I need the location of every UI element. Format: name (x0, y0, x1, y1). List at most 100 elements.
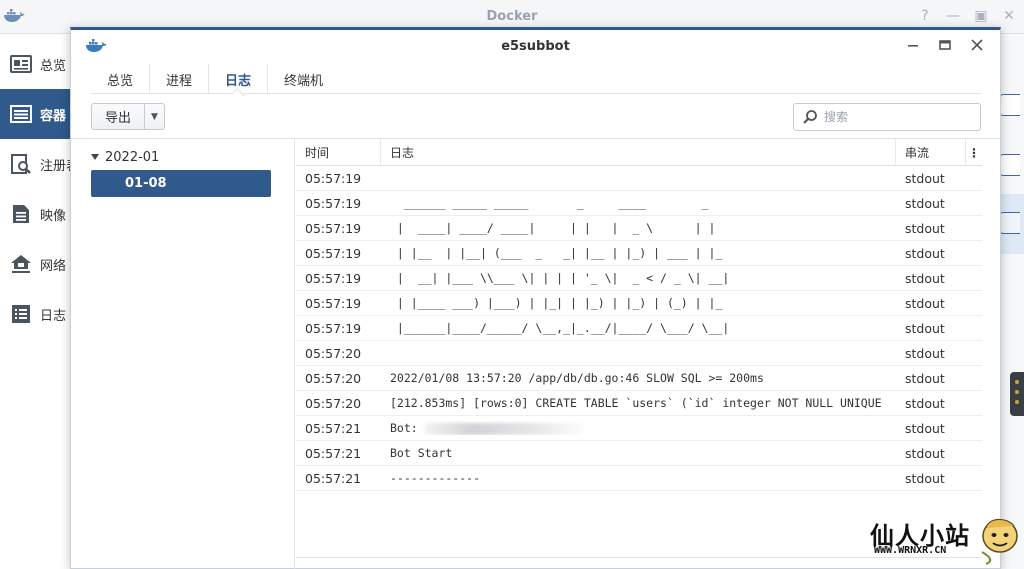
log-message-cell: Bot: (381, 421, 896, 435)
log-time-cell: 05:57:19 (305, 295, 362, 311)
log-table: 时间 日志 串流 ⋮ 05:57:19 stdout 05:57:19 ______… (296, 139, 982, 529)
sidebar-item-label: 日志 (40, 308, 67, 324)
column-header-stream[interactable]: 串流 (896, 139, 966, 166)
tree-group-month[interactable]: 2022-01 (91, 147, 159, 167)
sidebar-item-label: 容器 (40, 108, 67, 124)
vertical-scrollbar[interactable] (982, 139, 1000, 569)
log-stream-cell: stdout (905, 320, 945, 336)
table-row[interactable]: 05:57:19 | |__ | |__| (___ _ _| |__ | |_… (296, 241, 982, 266)
export-dropdown-button[interactable]: ▼ (145, 103, 166, 130)
log-stream-cell: stdout (905, 245, 945, 261)
docker-window-controls: ? — ▣ ✕ (918, 8, 1016, 24)
registry-icon (11, 154, 31, 174)
docker-sidebar: 总览 容器 注册表 映像 网络 日志 (0, 34, 70, 569)
sidebar-item-network[interactable]: 网络 (0, 239, 70, 289)
docker-window-title: Docker (486, 9, 538, 24)
watermark-url: WWW.WRNXR.CN (874, 545, 947, 556)
table-row[interactable]: 05:57:19 ______ _____ _____ _ ____ _ stdo… (296, 191, 982, 216)
sidebar-item-overview[interactable]: 总览 (0, 39, 70, 89)
sidebar-item-label: 网络 (40, 258, 67, 274)
image-icon (13, 205, 29, 223)
sidebar-item-label: 映像 (40, 208, 67, 224)
redacted-blur (423, 422, 584, 435)
action-button-edge[interactable] (1000, 154, 1020, 176)
close-icon[interactable] (970, 38, 984, 52)
docker-content-edge (1000, 34, 1024, 569)
log-date-tree: 2022-01 01-08 (71, 139, 295, 569)
minimize-icon[interactable] (906, 38, 920, 52)
export-button[interactable]: 导出 (91, 103, 146, 130)
column-menu-icon[interactable]: ⋮ (966, 139, 982, 166)
table-row[interactable]: 05:57:19 | ____| ____/ ____| | | | _ \ |… (296, 216, 982, 241)
log-stream-cell: stdout (905, 270, 945, 286)
table-row[interactable]: 05:57:19 | |____ ___) |___) | |_| | |_) … (296, 291, 982, 316)
tab-overview[interactable]: 总览 (91, 64, 151, 94)
container-detail-dialog: e5subbot 总览 进程 日志 终端机 导出 ▼ 2022-01 01-08 (70, 27, 1001, 569)
log-message-cell: ------------- (381, 471, 896, 485)
log-message-text: Bot: (390, 421, 418, 435)
log-time-cell: 05:57:21 (305, 470, 362, 486)
mascot-face-icon (981, 518, 1018, 565)
table-row[interactable]: 05:57:20 2022/01/08 13:57:20 /app/db/db.g… (296, 366, 982, 391)
dialog-header: e5subbot (71, 30, 1000, 65)
sidebar-item-label: 总览 (40, 58, 67, 74)
container-icon (10, 105, 32, 123)
table-row[interactable]: 05:57:21 Bot: stdout (296, 416, 982, 441)
tab-process[interactable]: 进程 (150, 64, 210, 94)
action-button-edge[interactable] (1000, 212, 1020, 234)
log-time-cell: 05:57:21 (305, 445, 362, 461)
log-time-cell: 05:57:19 (305, 270, 362, 286)
log-message-cell: Bot Start (381, 446, 896, 460)
log-message-cell: 2022/01/08 13:57:20 /app/db/db.go:46 SLO… (381, 371, 896, 385)
tab-log[interactable]: 日志 (209, 64, 269, 94)
tree-item-day[interactable]: 01-08 (91, 170, 271, 197)
column-header-log[interactable]: 日志 (381, 139, 896, 166)
close-icon[interactable]: ✕ (1002, 8, 1016, 24)
log-time-cell: 05:57:19 (305, 195, 362, 211)
log-message-text: [212.853ms] [rows:0] CREATE TABLE `users… (390, 396, 882, 410)
maximize-icon[interactable] (938, 38, 952, 52)
log-stream-cell: stdout (905, 195, 945, 211)
table-row[interactable]: 05:57:19 |______|____/_____/ \__,_|_.__/… (296, 316, 982, 341)
column-header-time[interactable]: 时间 (296, 139, 381, 166)
log-body: 2022-01 01-08 时间 日志 串流 ⋮ 05:57:19 stdout 0… (71, 138, 1000, 569)
search-input[interactable] (824, 110, 974, 124)
sidebar-item-log[interactable]: 日志 (0, 289, 70, 339)
table-row[interactable]: 05:57:19 | __| |___ \\___ \| | | | '_ \|… (296, 266, 982, 291)
sidebar-item-label: 注册表 (40, 158, 70, 174)
search-box[interactable] (793, 103, 981, 131)
log-icon (12, 305, 30, 323)
dialog-title: e5subbot (501, 39, 570, 54)
log-message-cell: |______|____/_____/ \__,_|_.__/|____/ \_… (381, 321, 896, 335)
table-row[interactable]: 05:57:20 stdout (296, 341, 982, 366)
log-message-text: Bot Start (390, 446, 453, 460)
log-message-text: | ____| ____/ ____| | | | _ \ | | (390, 221, 716, 235)
log-time-cell: 05:57:19 (305, 245, 362, 261)
sidebar-item-registry[interactable]: 注册表 (0, 139, 70, 189)
log-time-cell: 05:57:20 (305, 370, 362, 386)
table-row[interactable]: 05:57:19 stdout (296, 166, 982, 191)
log-message-text: | __| |___ \\___ \| | | | '_ \| _ < / _ … (390, 271, 730, 285)
sidebar-item-container[interactable]: 容器 (0, 89, 70, 139)
log-message-text: ______ _____ _____ _ ____ _ (390, 196, 709, 210)
maximize-icon[interactable]: ▣ (974, 8, 988, 24)
tree-group-label: 2022-01 (105, 149, 160, 165)
minimize-icon[interactable]: — (946, 8, 960, 24)
help-icon[interactable]: ? (918, 8, 932, 24)
action-button-edge[interactable] (1000, 94, 1020, 116)
log-message-cell: ______ _____ _____ _ ____ _ (381, 196, 896, 210)
log-message-cell: | |____ ___) |___) | |_| | |_) | |_) | (… (381, 296, 896, 310)
resource-monitor-widget[interactable] (1010, 372, 1024, 416)
log-message-text: |______|____/_____/ \__,_|_.__/|____/ \_… (390, 321, 730, 335)
table-row[interactable]: 05:57:21 Bot Start stdout (296, 441, 982, 466)
table-row[interactable]: 05:57:21 ------------- stdout (296, 466, 982, 491)
table-row[interactable]: 05:57:20 [212.853ms] [rows:0] CREATE TABL… (296, 391, 982, 416)
log-stream-cell: stdout (905, 370, 945, 386)
log-stream-cell: stdout (905, 170, 945, 186)
sidebar-item-image[interactable]: 映像 (0, 189, 70, 239)
log-time-cell: 05:57:20 (305, 395, 362, 411)
log-table-rows: 05:57:19 stdout 05:57:19 ______ _____ ____… (296, 166, 982, 491)
tab-terminal[interactable]: 终端机 (268, 64, 339, 94)
network-icon (11, 255, 31, 273)
log-stream-cell: stdout (905, 295, 945, 311)
